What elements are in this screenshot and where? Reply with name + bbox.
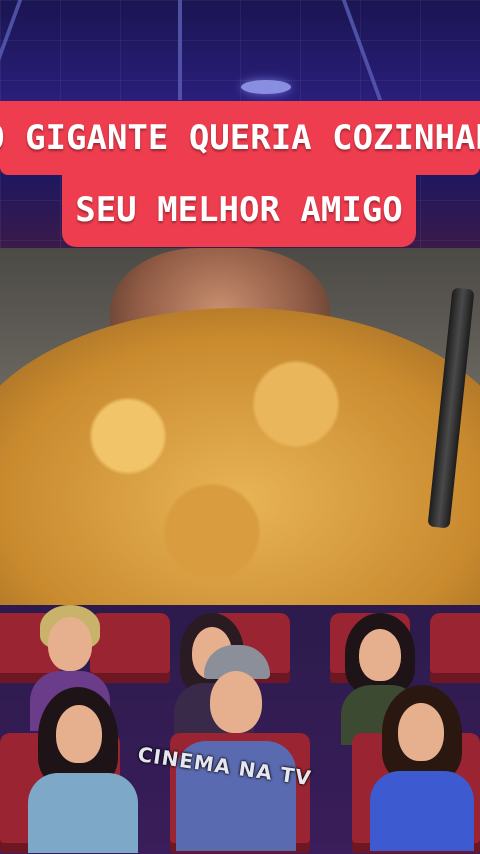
video-caption: O GIGANTE QUERIA COZINHAR SEU MELHOR AMI… bbox=[0, 101, 480, 247]
theater-seat bbox=[430, 613, 480, 683]
theater-seat bbox=[90, 613, 170, 683]
ceiling-beam bbox=[341, 0, 383, 100]
ceiling-beam bbox=[178, 0, 182, 100]
audience-illustration bbox=[0, 605, 480, 854]
caption-line-2: SEU MELHOR AMIGO bbox=[62, 173, 416, 247]
movie-frame bbox=[0, 248, 480, 605]
caption-line-1: O GIGANTE QUERIA COZINHAR bbox=[0, 101, 480, 175]
pie-crust-image bbox=[0, 308, 480, 605]
ceiling-beam bbox=[0, 0, 23, 100]
ceiling-light bbox=[241, 80, 291, 94]
